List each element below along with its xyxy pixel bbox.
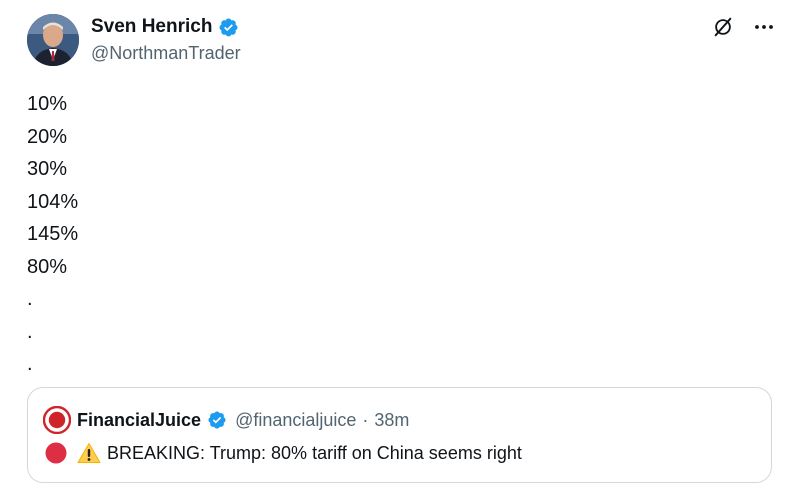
tweet-line: 80% [27,255,68,278]
author-handle[interactable]: @NorthmanTrader [91,43,241,64]
tweet-text: 10% 20% 30% 104% 145% 80% . . . [27,88,78,381]
quoted-tweet-body: BREAKING: Trump: 80% tariff on China see… [45,442,522,464]
separator-dot: · [362,409,369,430]
warning-icon [77,442,101,464]
quoted-author-handle: @financialjuice [235,409,357,430]
tweet-line: . [27,288,33,310]
quoted-tweet-header: FinancialJuice @financialjuice · 38m [42,405,410,435]
more-options-icon[interactable] [754,17,774,42]
tweet-line: 10% [27,93,68,115]
tweet-line: 145% [27,223,79,245]
tweet: Sven Henrich @NorthmanTrader 10% 20% 30%… [0,0,800,497]
verified-badge-icon [207,410,227,430]
quoted-tweet-time: 38m [374,409,410,430]
red-circle-icon [45,442,67,464]
tweet-line: . [27,353,33,375]
tweet-line: . [27,320,33,343]
tweet-line: 104% [27,190,79,213]
verified-badge-icon [218,17,239,38]
tweet-top-actions [712,16,774,43]
quoted-tweet-text: BREAKING: Trump: 80% tariff on China see… [107,442,522,463]
tweet-line: 20% [27,125,68,148]
tweet-line: 30% [27,158,68,180]
author-display-name[interactable]: Sven Henrich [91,16,212,38]
author-avatar[interactable] [27,14,79,66]
quoted-tweet-card[interactable]: FinancialJuice @financialjuice · 38m BRE… [27,387,772,483]
quoted-author-name: FinancialJuice [77,409,202,430]
author-name-row: Sven Henrich [91,16,239,38]
grok-icon[interactable] [712,16,734,43]
quoted-author-avatar [42,405,72,435]
